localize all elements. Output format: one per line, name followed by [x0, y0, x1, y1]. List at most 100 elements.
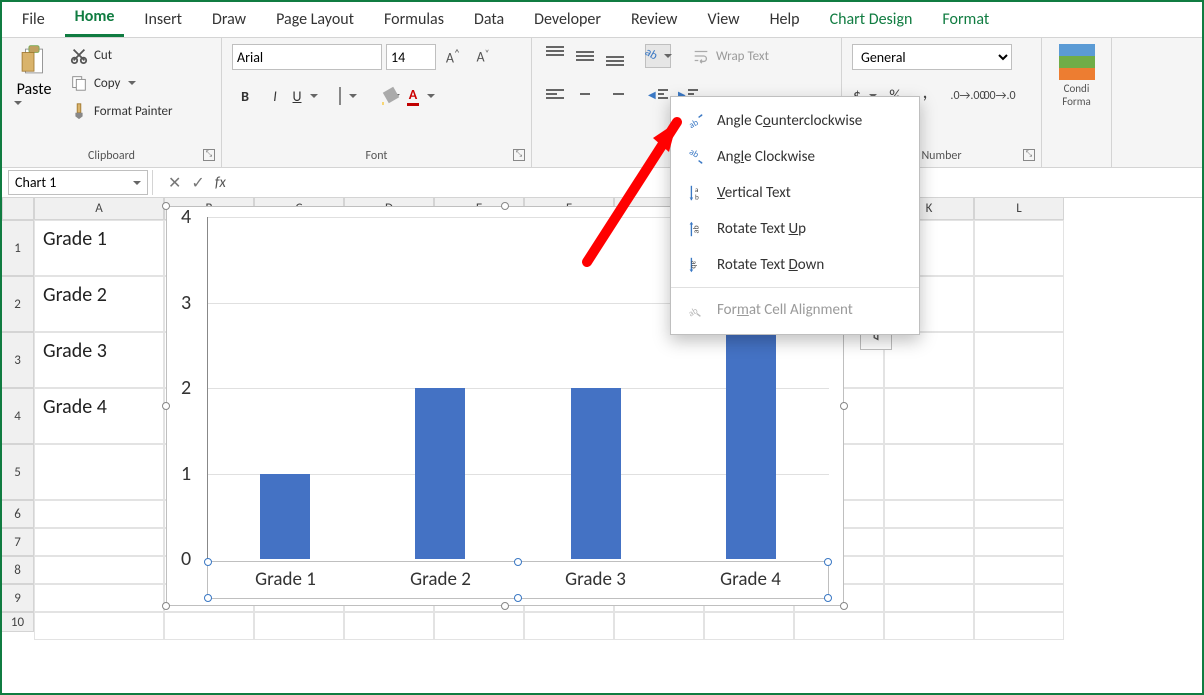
tab-home[interactable]: Home: [65, 1, 125, 37]
tab-data[interactable]: Data: [464, 4, 514, 37]
tab-draw[interactable]: Draw: [202, 4, 256, 37]
cell[interactable]: [344, 612, 434, 640]
enter-formula-button[interactable]: ✓: [191, 173, 204, 193]
number-launcher[interactable]: ⤡: [1023, 149, 1035, 161]
cell[interactable]: [434, 612, 524, 640]
cell[interactable]: [614, 612, 704, 640]
tab-view[interactable]: View: [697, 4, 749, 37]
cell[interactable]: [254, 612, 344, 640]
bold-button[interactable]: B: [232, 84, 258, 108]
chart-bar[interactable]: [415, 388, 465, 559]
vertical-text-item[interactable]: ab Vertical Text: [671, 175, 919, 211]
cell[interactable]: [974, 500, 1064, 528]
cell[interactable]: Grade 1: [34, 220, 164, 276]
row-head-2[interactable]: 2: [2, 276, 34, 332]
paste-dropdown-caret[interactable]: [14, 101, 22, 105]
chart-xlabel[interactable]: Grade 1: [208, 562, 363, 598]
cell[interactable]: Grade 2: [34, 276, 164, 332]
copy-dropdown-caret[interactable]: [128, 81, 136, 85]
valign-bottom-button[interactable]: [602, 44, 628, 68]
align-right-button[interactable]: [602, 82, 628, 106]
chart-category-axis[interactable]: Grade 1Grade 2Grade 3Grade 4: [207, 561, 829, 599]
cell[interactable]: [794, 612, 884, 640]
cell[interactable]: [884, 332, 974, 388]
valign-top-button[interactable]: [542, 44, 568, 68]
cell[interactable]: [34, 556, 164, 584]
cell[interactable]: [34, 444, 164, 500]
cell[interactable]: [34, 500, 164, 528]
cell[interactable]: [524, 612, 614, 640]
tab-review[interactable]: Review: [621, 4, 688, 37]
cell[interactable]: [974, 276, 1064, 332]
tab-developer[interactable]: Developer: [524, 4, 611, 37]
name-box[interactable]: Chart 1: [8, 170, 148, 195]
cancel-formula-button[interactable]: ✕: [168, 173, 181, 193]
font-size-combo[interactable]: [386, 44, 436, 70]
chart-xlabel[interactable]: Grade 3: [518, 562, 673, 598]
select-all-triangle[interactable]: [2, 198, 34, 220]
cell[interactable]: [34, 584, 164, 612]
cell[interactable]: [884, 500, 974, 528]
angle-clockwise-item[interactable]: ab Angle Clockwise: [671, 139, 919, 175]
col-head-A[interactable]: A: [34, 198, 164, 220]
wrap-text-button[interactable]: Wrap Text: [688, 45, 773, 67]
row-head-7[interactable]: 7: [2, 528, 34, 556]
cell[interactable]: [704, 612, 794, 640]
valign-middle-button[interactable]: [572, 44, 598, 68]
row-head-3[interactable]: 3: [2, 332, 34, 388]
format-painter-button[interactable]: Format Painter: [66, 100, 177, 122]
cell[interactable]: [974, 584, 1064, 612]
cell[interactable]: [34, 528, 164, 556]
cell[interactable]: [974, 528, 1064, 556]
cell[interactable]: [884, 584, 974, 612]
underline-button[interactable]: U: [292, 84, 318, 108]
chart-bar[interactable]: [726, 303, 776, 560]
font-name-combo[interactable]: [232, 44, 382, 70]
increase-font-button[interactable]: A˄: [440, 45, 466, 69]
cell[interactable]: [884, 612, 974, 640]
cell[interactable]: [974, 444, 1064, 500]
fx-icon[interactable]: fx: [215, 174, 226, 192]
paste-button[interactable]: Paste: [12, 44, 56, 105]
cell[interactable]: [974, 332, 1064, 388]
row-head-10[interactable]: 10: [2, 612, 34, 632]
row-head-1[interactable]: 1: [2, 220, 34, 276]
tab-file[interactable]: File: [12, 4, 55, 37]
increase-decimal-button[interactable]: .0→.00: [955, 84, 981, 108]
conditional-formatting-button[interactable]: CondiForma: [1052, 44, 1101, 108]
chart-bar[interactable]: [260, 474, 310, 560]
name-box-caret[interactable]: [133, 181, 141, 185]
cut-button[interactable]: Cut: [66, 44, 177, 66]
cell[interactable]: [974, 556, 1064, 584]
row-head-9[interactable]: 9: [2, 584, 34, 612]
fill-color-button[interactable]: [378, 84, 404, 108]
cell[interactable]: Grade 4: [34, 388, 164, 444]
rotate-text-up-item[interactable]: ab Rotate Text Up: [671, 211, 919, 247]
chart-bar[interactable]: [571, 388, 621, 559]
font-color-button[interactable]: A: [408, 84, 434, 108]
tab-page-layout[interactable]: Page Layout: [266, 4, 364, 37]
cell[interactable]: [164, 612, 254, 640]
cell[interactable]: [884, 528, 974, 556]
cell[interactable]: [34, 612, 164, 640]
tab-formulas[interactable]: Formulas: [374, 4, 454, 37]
col-head-L[interactable]: L: [974, 198, 1064, 220]
chart-xlabel[interactable]: Grade 4: [673, 562, 828, 598]
row-head-4[interactable]: 4: [2, 388, 34, 444]
cell[interactable]: Grade 3: [34, 332, 164, 388]
row-head-8[interactable]: 8: [2, 556, 34, 584]
align-left-button[interactable]: [542, 82, 568, 106]
decrease-font-button[interactable]: A˅: [470, 45, 496, 69]
cell[interactable]: [974, 388, 1064, 444]
rotate-text-down-item[interactable]: ab Rotate Text Down: [671, 247, 919, 283]
cell[interactable]: [974, 220, 1064, 276]
cell[interactable]: [884, 556, 974, 584]
orientation-button[interactable]: ab: [645, 44, 671, 68]
align-center-button[interactable]: [572, 82, 598, 106]
tab-help[interactable]: Help: [760, 4, 810, 37]
borders-button[interactable]: [335, 84, 361, 108]
cell[interactable]: [974, 612, 1064, 640]
chart-xlabel[interactable]: Grade 2: [363, 562, 518, 598]
italic-button[interactable]: I: [262, 84, 288, 108]
row-head-6[interactable]: 6: [2, 500, 34, 528]
